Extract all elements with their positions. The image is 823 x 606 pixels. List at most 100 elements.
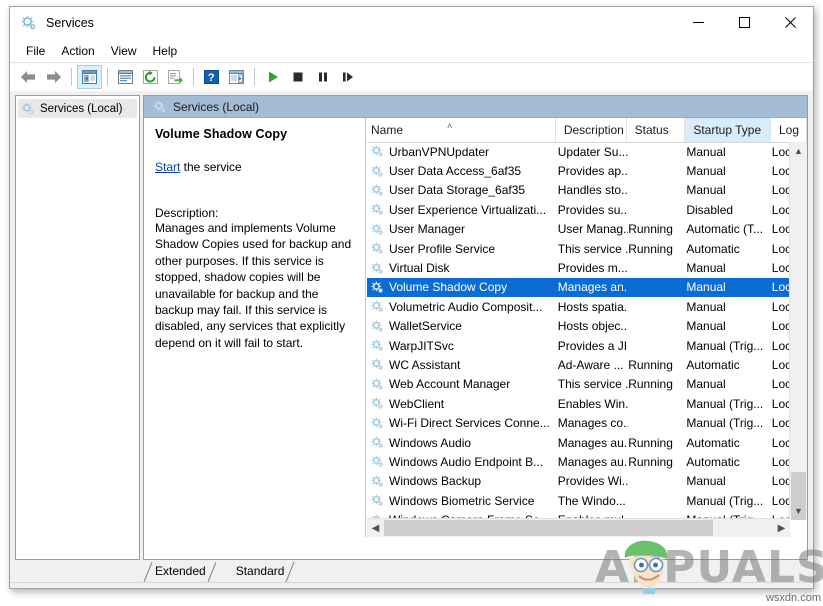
export-list-icon bbox=[168, 70, 183, 84]
minimize-button[interactable] bbox=[675, 7, 721, 38]
description-label: Description: bbox=[155, 206, 355, 220]
table-row[interactable]: UrbanVPNUpdaterUpdater Su...ManualLocä bbox=[367, 142, 807, 161]
tab-extended[interactable]: Extended bbox=[143, 562, 216, 582]
tab-right-edge-2 bbox=[285, 562, 295, 582]
sidebar-item-label: Services (Local) bbox=[40, 103, 122, 115]
service-name-text: Wi-Fi Direct Services Conne... bbox=[389, 416, 550, 430]
table-row-selected[interactable]: Volume Shadow CopyManages an...ManualLoc… bbox=[367, 278, 807, 297]
tab-right-edge bbox=[207, 562, 217, 582]
table-row[interactable]: User Data Access_6af35Provides ap...Manu… bbox=[367, 161, 807, 180]
sidebar-item-services-local[interactable]: Services (Local) bbox=[18, 99, 137, 118]
column-header-name[interactable]: Name ˄ bbox=[367, 118, 556, 142]
scroll-up-arrow-icon[interactable]: ▲ bbox=[790, 142, 807, 159]
cell-startup-type: Manual (Trig... bbox=[686, 494, 771, 508]
horizontal-scrollbar[interactable]: ◀ ▶ bbox=[367, 518, 790, 537]
service-name-text: Virtual Disk bbox=[389, 261, 449, 275]
show-hide-console-tree-button[interactable] bbox=[77, 65, 102, 89]
cell-startup-type: Manual (Trig... bbox=[686, 416, 771, 430]
table-row[interactable]: Wi-Fi Direct Services Conne...Manages co… bbox=[367, 413, 807, 432]
service-gear-icon bbox=[371, 475, 384, 488]
table-row[interactable]: Windows AudioManages au...RunningAutomat… bbox=[367, 433, 807, 452]
tab-standard[interactable]: Standard bbox=[224, 562, 295, 582]
table-row[interactable]: Virtual DiskProvides m...ManualLocä bbox=[367, 258, 807, 277]
cell-description: Manages au... bbox=[558, 455, 628, 469]
service-gear-icon bbox=[371, 320, 384, 333]
forward-arrow-icon bbox=[45, 70, 62, 84]
stop-service-button[interactable] bbox=[285, 65, 310, 89]
table-row[interactable]: Volumetric Audio Composit...Hosts spatia… bbox=[367, 297, 807, 316]
action-suffix: the service bbox=[180, 160, 241, 174]
table-row[interactable]: WarpJITSvcProvides a JI...Manual (Trig..… bbox=[367, 336, 807, 355]
cell-description: Hosts spatia... bbox=[558, 300, 628, 314]
start-service-link[interactable]: Start bbox=[155, 160, 180, 174]
column-header-description[interactable]: Description bbox=[556, 118, 627, 142]
service-gear-icon bbox=[371, 494, 384, 507]
table-row[interactable]: Web Account ManagerThis service ...Runni… bbox=[367, 375, 807, 394]
results-pane: Services (Local) Volume Shadow Copy Star… bbox=[143, 95, 808, 560]
scroll-left-arrow-icon[interactable]: ◀ bbox=[367, 519, 384, 537]
service-gear-icon bbox=[371, 300, 384, 313]
table-row[interactable]: WebClientEnables Win...Manual (Trig...Lo… bbox=[367, 394, 807, 413]
cell-startup-type: Manual bbox=[686, 261, 771, 275]
service-gear-icon bbox=[371, 378, 384, 391]
refresh-button[interactable] bbox=[138, 65, 163, 89]
service-gear-icon bbox=[371, 339, 384, 352]
service-name-text: WebClient bbox=[389, 397, 444, 411]
restart-service-button[interactable] bbox=[335, 65, 360, 89]
cell-name: WC Assistant bbox=[367, 358, 558, 372]
service-name-text: User Experience Virtualizati... bbox=[389, 203, 546, 217]
cell-startup-type: Manual bbox=[686, 145, 771, 159]
cell-name: User Experience Virtualizati... bbox=[367, 203, 558, 217]
column-header-startup-type[interactable]: Startup Type bbox=[685, 118, 771, 142]
forward-button[interactable] bbox=[41, 65, 66, 89]
menu-action[interactable]: Action bbox=[53, 42, 102, 60]
table-row[interactable]: Windows Biometric ServiceThe Windo...Man… bbox=[367, 491, 807, 510]
service-name-text: Volume Shadow Copy bbox=[389, 280, 507, 294]
scroll-right-arrow-icon[interactable]: ▶ bbox=[773, 519, 790, 537]
tab-left-edge bbox=[143, 562, 153, 582]
description-text: Manages and implements Volume Shadow Cop… bbox=[155, 220, 355, 351]
services-gear-icon bbox=[153, 100, 167, 114]
cell-startup-type: Automatic bbox=[686, 455, 771, 469]
pause-service-icon bbox=[316, 70, 330, 84]
pane-header-title: Services (Local) bbox=[173, 100, 259, 114]
pane-header: Services (Local) bbox=[144, 96, 807, 118]
service-gear-icon bbox=[371, 455, 384, 468]
vertical-scrollbar[interactable]: ▲ ▼ bbox=[789, 142, 807, 519]
cell-startup-type: Manual bbox=[686, 183, 771, 197]
column-header-status[interactable]: Status bbox=[627, 118, 686, 142]
menu-view[interactable]: View bbox=[103, 42, 145, 60]
cell-description: This service ... bbox=[558, 242, 628, 256]
start-service-button[interactable] bbox=[260, 65, 285, 89]
show-hide-console-tree-icon bbox=[82, 70, 97, 84]
close-button[interactable] bbox=[767, 7, 813, 38]
cell-description: Provides ap... bbox=[558, 164, 628, 178]
cell-startup-type: Automatic bbox=[686, 242, 771, 256]
table-row[interactable]: WC AssistantAd-Aware ...RunningAutomatic… bbox=[367, 355, 807, 374]
menu-file[interactable]: File bbox=[18, 42, 53, 60]
service-gear-icon bbox=[371, 165, 384, 178]
table-row[interactable]: User ManagerUser Manag...RunningAutomati… bbox=[367, 220, 807, 239]
export-list-button[interactable] bbox=[163, 65, 188, 89]
back-button[interactable] bbox=[16, 65, 41, 89]
table-row[interactable]: Windows Audio Endpoint B...Manages au...… bbox=[367, 452, 807, 471]
horizontal-scroll-thumb[interactable] bbox=[384, 520, 713, 536]
table-row[interactable]: Windows BackupProvides Wi...ManualLocä bbox=[367, 472, 807, 491]
table-row[interactable]: User Data Storage_6af35Handles sto...Man… bbox=[367, 181, 807, 200]
scroll-down-arrow-icon[interactable]: ▼ bbox=[790, 502, 807, 519]
cell-startup-type: Manual bbox=[686, 300, 771, 314]
table-row[interactable]: User Experience Virtualizati...Provides … bbox=[367, 200, 807, 219]
table-row[interactable]: User Profile ServiceThis service ...Runn… bbox=[367, 239, 807, 258]
table-row[interactable]: WalletServiceHosts objec...ManualLocä bbox=[367, 317, 807, 336]
maximize-button[interactable] bbox=[721, 7, 767, 38]
properties-button[interactable] bbox=[113, 65, 138, 89]
cell-startup-type: Manual bbox=[686, 319, 771, 333]
menu-help[interactable]: Help bbox=[145, 42, 186, 60]
help-button[interactable]: ? bbox=[199, 65, 224, 89]
maximize-icon bbox=[739, 17, 750, 28]
pause-service-button[interactable] bbox=[310, 65, 335, 89]
column-header-log-on-as[interactable]: Log bbox=[771, 118, 807, 142]
cell-description: Ad-Aware ... bbox=[558, 358, 628, 372]
show-hide-action-pane-button[interactable] bbox=[224, 65, 249, 89]
service-gear-icon bbox=[371, 242, 384, 255]
